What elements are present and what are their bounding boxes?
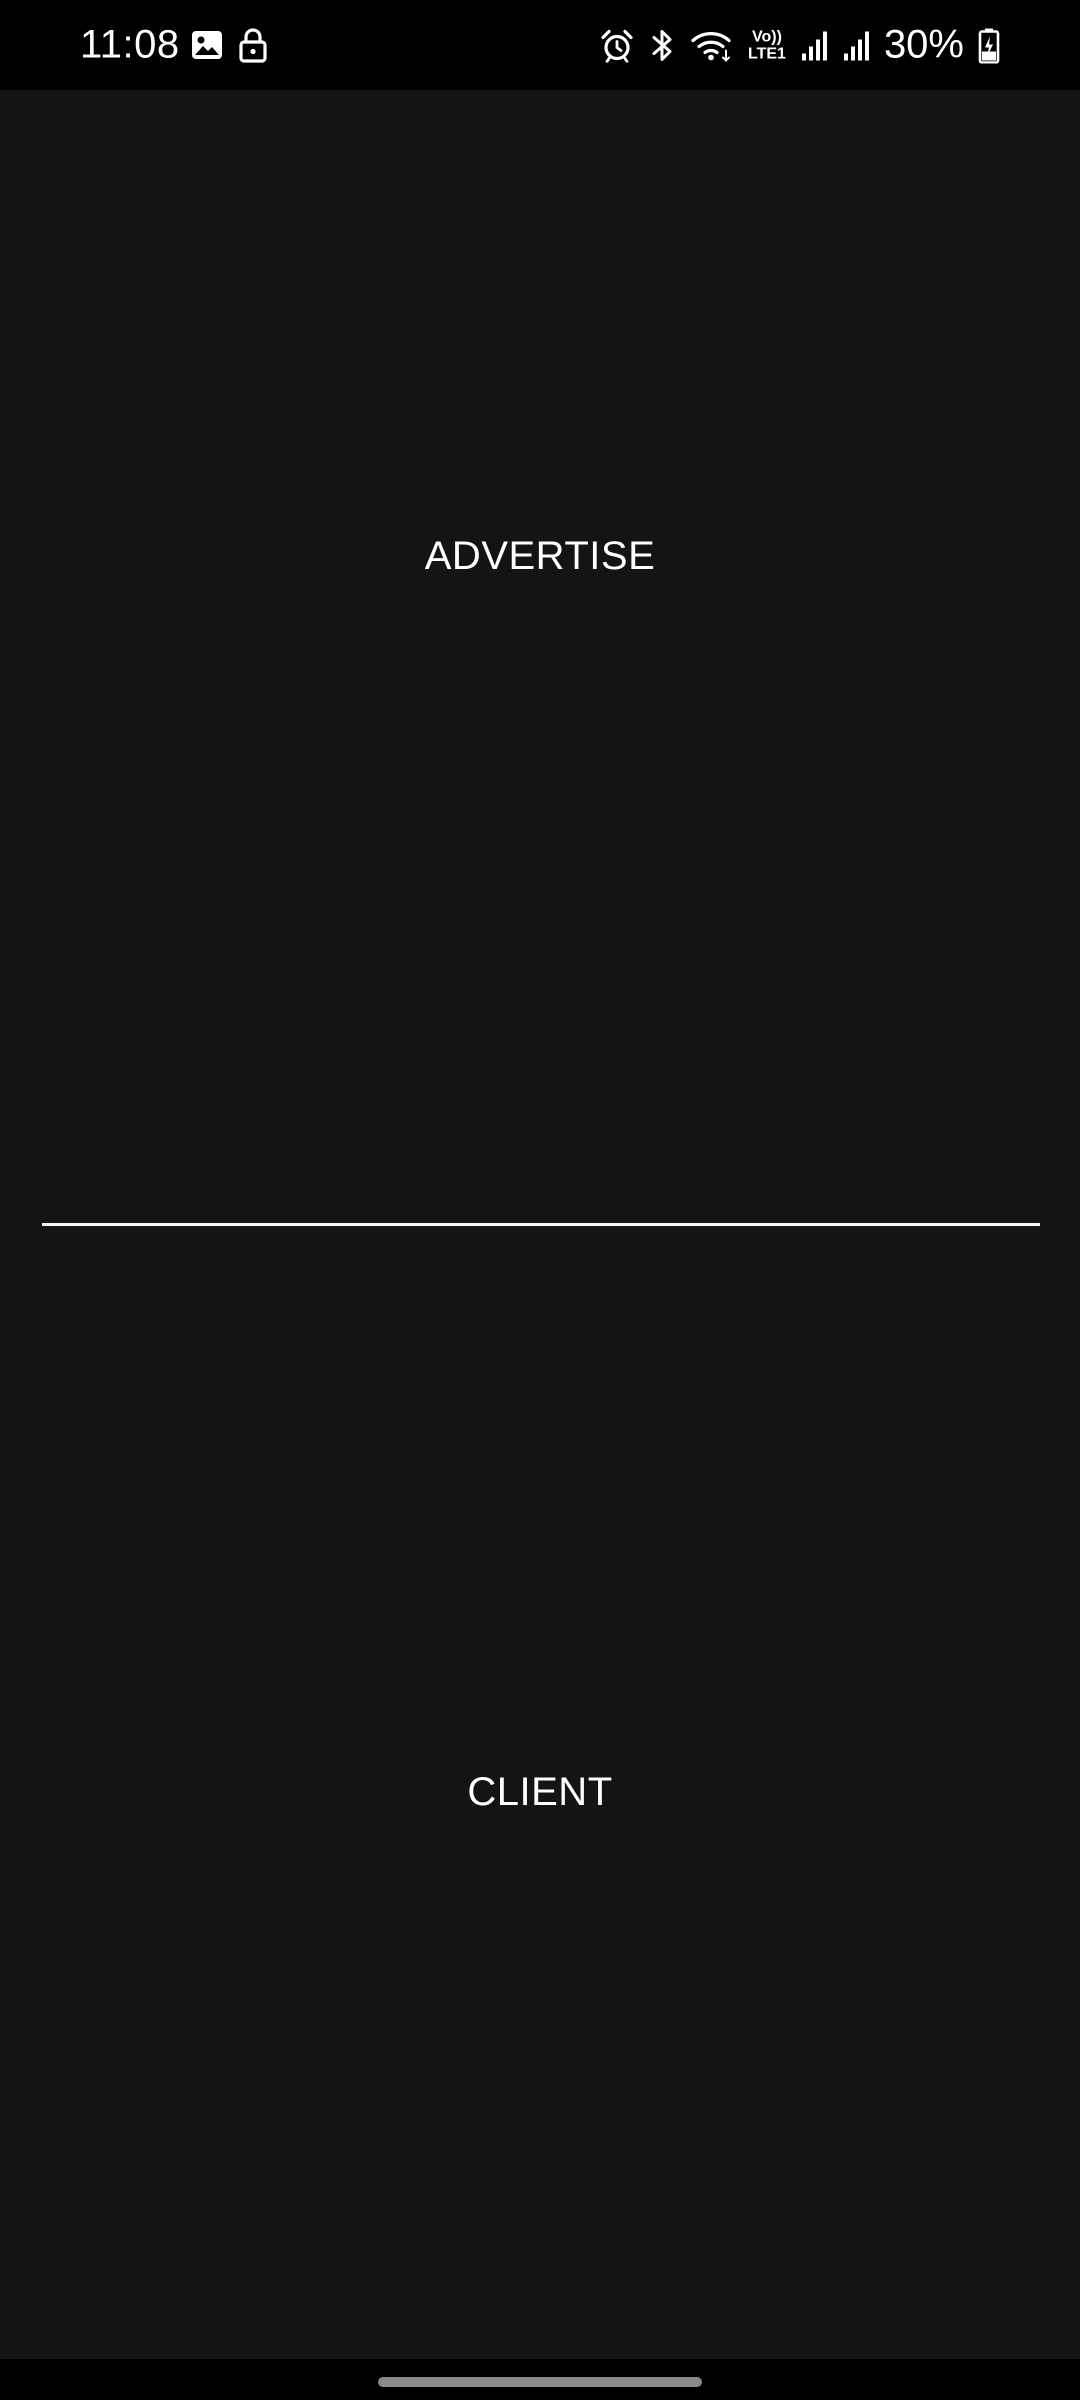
signal-icon [842, 29, 870, 61]
status-left-icons [190, 27, 268, 63]
lock-icon [238, 27, 268, 63]
network-type-indicator: Vo)) LTE1 [748, 28, 786, 62]
navigation-bar [0, 2359, 1080, 2400]
app-screen: 11:08 Vo)) LTE1 30% ADVERTISE CLIENT [0, 0, 1080, 2400]
status-time: 11:08 [80, 22, 180, 67]
status-bar: 11:08 Vo)) LTE1 30% [0, 0, 1080, 90]
bluetooth-icon [648, 27, 676, 63]
advertise-panel[interactable]: ADVERTISE [0, 90, 1080, 1223]
client-panel[interactable]: CLIENT [0, 1226, 1080, 2359]
wifi-icon [690, 28, 734, 62]
advertise-label: ADVERTISE [424, 534, 656, 578]
gallery-icon [190, 28, 224, 62]
lte-label: LTE1 [748, 45, 786, 62]
battery-charging-icon [978, 27, 1000, 63]
volte-label: Vo)) [752, 28, 782, 45]
client-label: CLIENT [467, 1770, 613, 1814]
battery-percent: 30% [883, 22, 964, 67]
home-indicator[interactable] [378, 2377, 702, 2387]
status-right-icons: Vo)) LTE1 30% [600, 23, 1000, 68]
alarm-icon [600, 28, 634, 62]
signal-icon [800, 29, 828, 61]
